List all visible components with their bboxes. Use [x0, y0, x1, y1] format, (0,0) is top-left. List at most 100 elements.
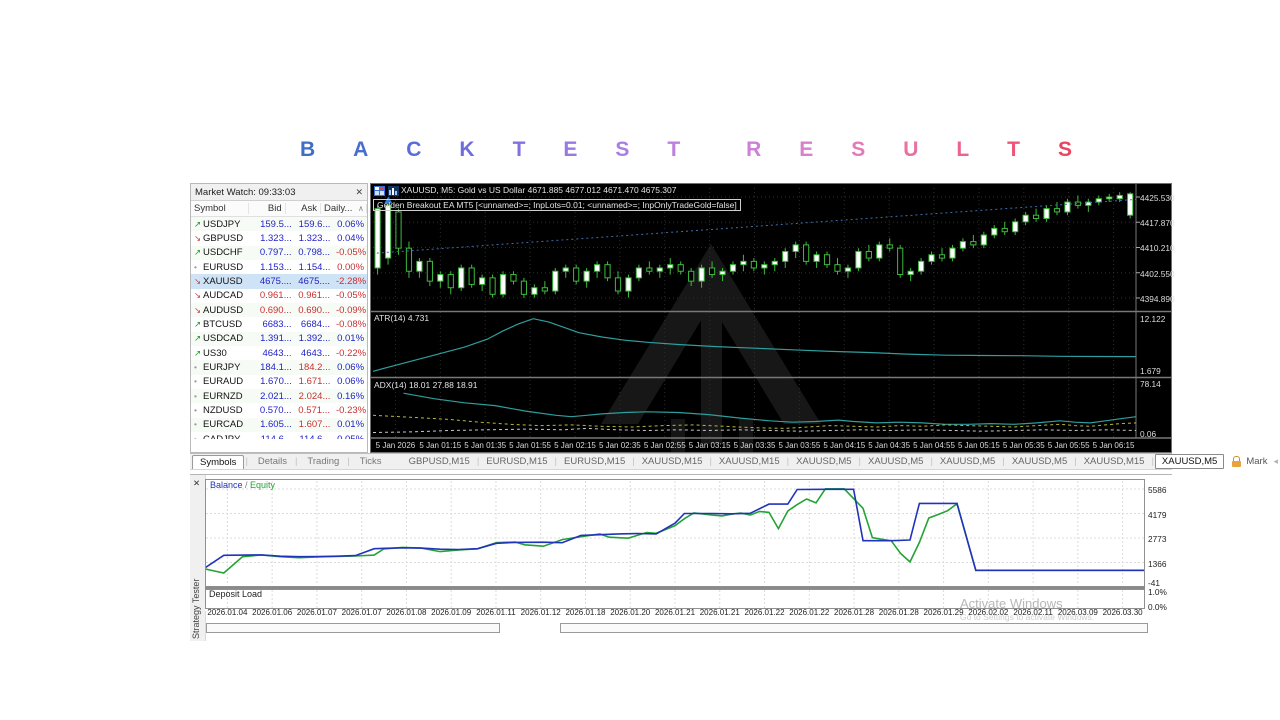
tester-graph-legend: Balance / Equity — [210, 480, 276, 490]
market-watch-row[interactable]: ↘ XAUUSD 4675.... 4675.... -2.28% — [191, 274, 367, 289]
market-watch-row[interactable]: ↘ GBPUSD 1.323... 1.323... 0.04% — [191, 231, 367, 245]
bid-value: 1.605... — [260, 419, 292, 431]
chart-tab[interactable]: XAUUSD,M5 — [1006, 455, 1073, 468]
chart-canvas[interactable] — [371, 184, 1171, 452]
market-watch-tab-symbols[interactable]: Symbols — [192, 454, 245, 469]
title-letter: T — [1007, 138, 1020, 161]
strategy-tester-sidebar: ✕ Strategy Tester — [190, 475, 206, 641]
chart-tab[interactable]: EURUSD,M15 — [480, 455, 553, 468]
market-watch-row[interactable]: • EURNZD 2.021... 2.024... 0.16% — [191, 389, 367, 404]
time-label: 5 Jan 01:15 — [419, 441, 462, 450]
time-label: 5 Jan 02:15 — [554, 441, 596, 450]
title-letter: S — [851, 138, 866, 161]
market-watch-row[interactable]: • NZDUSD 0.570... 0.571... -0.23% — [191, 403, 367, 417]
market-watch-row[interactable]: ↗ USDCHF 0.797... 0.798... -0.05% — [191, 245, 367, 261]
tick-direction-icon: ↗ — [194, 333, 202, 344]
chart-tab[interactable]: XAUUSD,M5 — [862, 455, 929, 468]
column-header[interactable]: Bid — [249, 203, 286, 214]
tick-direction-icon: ↗ — [194, 218, 202, 229]
market-watch-panel: Market Watch: 09:33:03 ✕ Symbol Bid Ask Dai… — [190, 183, 368, 453]
chart-tab[interactable]: XAUUSD,M5 — [790, 455, 857, 468]
tester-graph-canvas[interactable] — [205, 479, 1145, 611]
symbol-name: BTCUSD — [203, 319, 243, 331]
time-label: 5 Jan 01:55 — [509, 441, 551, 450]
tick-direction-icon: ↗ — [194, 347, 202, 358]
market-watch-row[interactable]: •CADJPY114.6...114.6...0.05% — [191, 432, 367, 439]
tick-direction-icon: • — [194, 261, 197, 272]
daily-change-value: -2.28% — [335, 276, 367, 288]
chart-tab[interactable]: XAUUSD,M15 — [636, 455, 709, 468]
ask-value: 1.323... — [298, 233, 331, 245]
ea-settings-label: Golden Breakout EA MT5 [<unnamed>=; InpL… — [373, 199, 741, 211]
column-header[interactable]: Daily... — [321, 203, 355, 214]
ask-value: 4675.... — [298, 276, 330, 288]
chart-tab[interactable]: XAUUSD,M15 — [1078, 455, 1151, 468]
tester-date-label: 2026.03.30 — [1102, 608, 1143, 617]
market-watch-row[interactable]: • EURAUD 1.670... 1.671... 0.06% — [191, 375, 367, 389]
ask-value: 0.690... — [298, 304, 330, 316]
tester-date-label: 2026.01.07 — [296, 608, 337, 617]
chart-tab[interactable]: GBPUSD,M15 — [403, 455, 476, 468]
activate-windows-watermark-line2: Go to Settings to activate Windows. — [960, 612, 1095, 622]
market-watch-row[interactable]: ↘ AUDCAD 0.961... 0.961... -0.05% — [191, 289, 367, 303]
scroll-up-icon[interactable]: ∧ — [355, 204, 367, 213]
symbol-name: USDJPY — [203, 218, 241, 230]
column-header[interactable]: Ask — [286, 203, 321, 214]
title-letter: S — [615, 138, 630, 161]
bid-value: 159.5... — [260, 218, 292, 230]
legend-equity: Equity — [250, 480, 276, 490]
bid-value: 1.670... — [260, 376, 292, 388]
chart-tab[interactable]: XAUUSD,M15 — [713, 455, 786, 468]
symbol-name: XAUUSD — [203, 276, 243, 288]
tester-date-label: 2026.01.07 — [341, 608, 382, 617]
tab-scroll-left-icon[interactable]: ◂ — [1273, 456, 1278, 467]
market-watch-tab-details[interactable]: Details — [251, 455, 294, 468]
ask-value: 4643... — [300, 347, 330, 359]
title-letter: R — [746, 138, 762, 161]
bid-value: 4675.... — [259, 276, 292, 288]
market-watch-tab-ticks[interactable]: Ticks — [353, 455, 389, 468]
market-watch-row[interactable]: • EURCAD 1.605... 1.607... 0.01% — [191, 417, 367, 433]
column-header[interactable]: Symbol — [191, 203, 249, 214]
price-label: 4417.870 — [1140, 218, 1175, 229]
bottom-tab-bar: Symbols | Details | Trading | Ticks GBPUSD,M15… — [190, 453, 1278, 470]
deposit-load-high-label: 1.0% — [1148, 587, 1167, 597]
symbol-name: EURAUD — [203, 376, 244, 388]
chart-tab[interactable]: XAUUSD,M5 — [934, 455, 1001, 468]
chart-tab[interactable]: EURUSD,M15 — [558, 455, 631, 468]
title-letter: C — [406, 138, 422, 161]
chart-tab-active[interactable]: XAUUSD,M5 — [1154, 454, 1225, 469]
close-icon[interactable]: ✕ — [193, 478, 200, 489]
tester-date-label: 2026.01.22 — [744, 608, 785, 617]
time-label: 5 Jan 04:35 — [868, 441, 911, 450]
time-label: 5 Jan 05:15 — [958, 441, 1000, 450]
bid-value: 0.797... — [259, 247, 292, 259]
tester-y-label: 2773 — [1148, 534, 1167, 544]
market-watch-row[interactable]: ↗ US30 4643... 4643... -0.22% — [191, 346, 367, 360]
symbol-name: EURCAD — [203, 419, 244, 431]
ask-value: 1.392... — [298, 333, 331, 345]
tester-y-label: 4179 — [1148, 509, 1167, 520]
symbol-name: AUDUSD — [203, 304, 244, 316]
market-watch-row[interactable]: • EURJPY 184.1... 184.2... 0.06% — [191, 360, 367, 375]
ask-value: 1.671... — [298, 376, 331, 388]
tick-direction-icon: ↘ — [194, 233, 202, 244]
close-icon[interactable]: ✕ — [355, 187, 363, 198]
market-watch-row[interactable]: • EURUSD 1.153... 1.154... 0.00% — [191, 260, 367, 274]
tick-direction-icon: ↘ — [194, 304, 202, 315]
time-label: 5 Jan 06:15 — [1092, 441, 1135, 450]
chart-window[interactable]: XAUUSD, M5: Gold vs US Dollar 4671.885 4… — [370, 183, 1175, 453]
market-watch-row[interactable]: ↗ USDCAD 1.391... 1.392... 0.01% — [191, 331, 367, 347]
market-watch-row[interactable]: ↗ BTCUSD 6683... 6684... -0.08% — [191, 317, 367, 331]
market-watch-tab-trading[interactable]: Trading — [300, 455, 346, 468]
chart-tab-mark[interactable]: Mark — [1246, 456, 1267, 467]
title-letter: T — [512, 138, 526, 161]
tester-date-label: 2026.01.29 — [923, 608, 964, 617]
lock-icon[interactable] — [1232, 456, 1242, 467]
daily-change-value: -0.23% — [335, 405, 367, 417]
market-watch-row[interactable]: ↘ AUDUSD 0.690... 0.690... -0.09% — [191, 303, 367, 318]
tester-date-label: 2026.01.09 — [431, 608, 472, 617]
market-watch-row[interactable]: ↗ USDJPY 159.5... 159.6... 0.06% — [191, 217, 367, 232]
price-label: 4410.210 — [1140, 243, 1175, 254]
tick-direction-icon: • — [194, 405, 197, 416]
